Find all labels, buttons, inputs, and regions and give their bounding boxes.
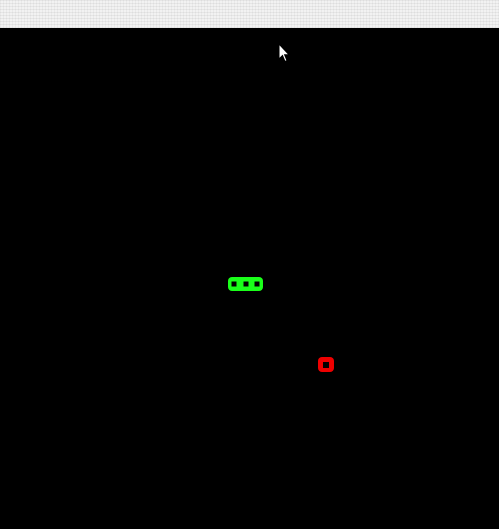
top-strip (0, 0, 499, 28)
food-pellet (318, 357, 334, 372)
snake-segment (240, 277, 251, 291)
snake (228, 277, 263, 291)
snake-segment (228, 277, 240, 291)
snake-segment (251, 277, 263, 291)
snake-game-window (0, 0, 499, 529)
mouse-pointer-icon (278, 43, 290, 63)
